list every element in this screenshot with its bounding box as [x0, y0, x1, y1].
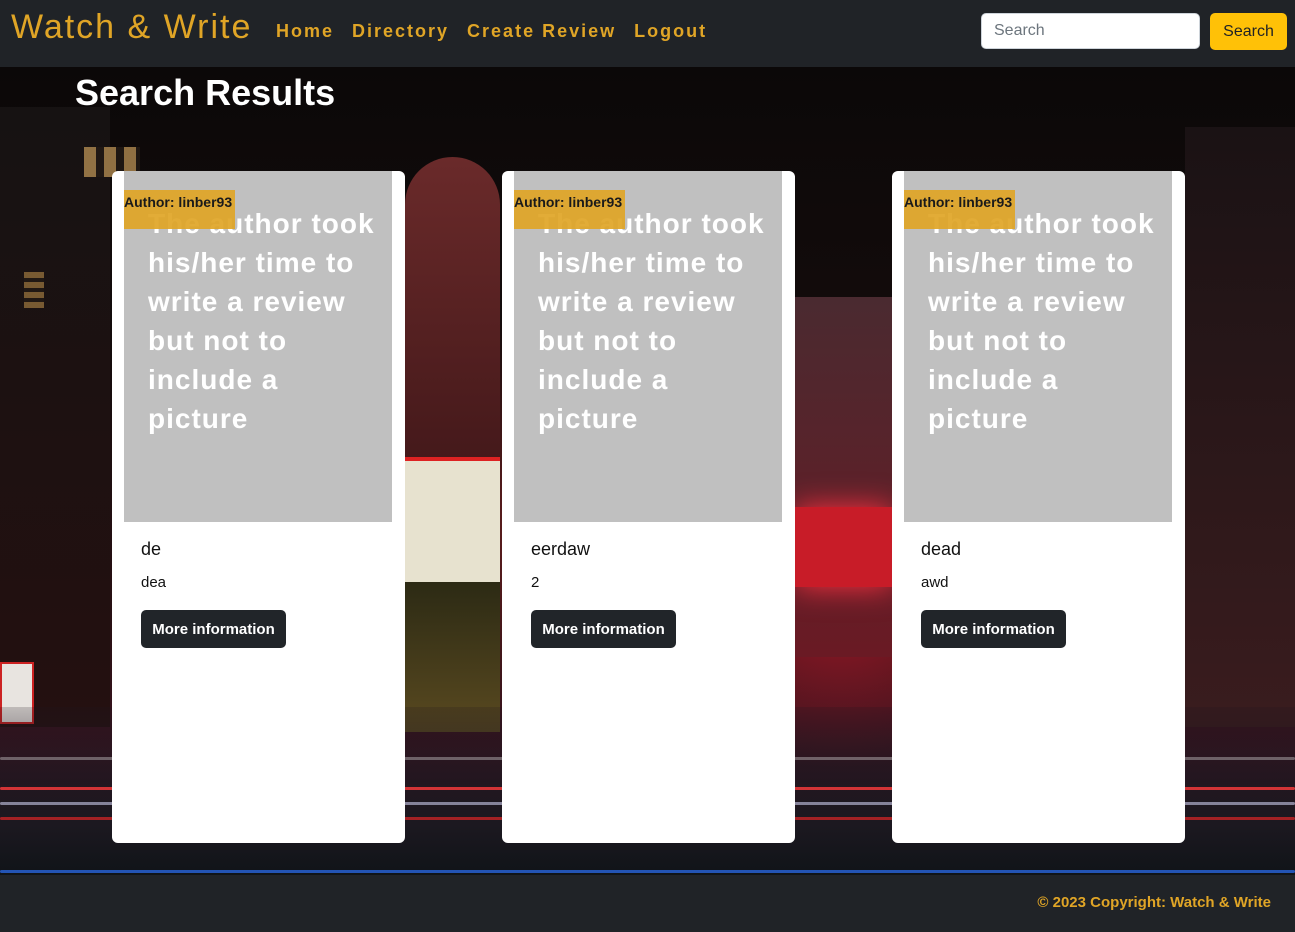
card-image-alt-text: The author took his/her time to write a … — [928, 208, 1155, 434]
nav-link-create-review[interactable]: Create Review — [467, 21, 616, 42]
cinema-sign — [795, 507, 892, 587]
card-title: dead — [921, 539, 962, 559]
search-button[interactable]: Search — [1210, 13, 1287, 50]
author-badge: Author: linber93 — [514, 190, 625, 229]
search-input[interactable] — [981, 13, 1200, 49]
page-title: Search Results — [75, 72, 336, 113]
review-card: The author took his/her time to write a … — [112, 171, 405, 843]
cinema-facade — [795, 297, 892, 657]
nav-link-logout[interactable]: Logout — [634, 21, 707, 42]
building-right — [1185, 127, 1295, 727]
card-image-alt-text: The author took his/her time to write a … — [148, 208, 375, 434]
card-text: 2 — [531, 574, 540, 591]
footer: © 2023 Copyright: Watch & Write — [0, 875, 1295, 932]
card-image-alt-text: The author took his/her time to write a … — [538, 208, 765, 434]
nav-link-directory[interactable]: Directory — [352, 21, 449, 42]
more-information-button[interactable]: More information — [531, 610, 676, 648]
author-badge: Author: linber93 — [904, 190, 1015, 229]
building-left — [0, 107, 110, 727]
more-information-button[interactable]: More information — [141, 610, 286, 648]
review-card: The author took his/her time to write a … — [892, 171, 1185, 843]
more-information-button[interactable]: More information — [921, 610, 1066, 648]
card-text: awd — [921, 574, 949, 591]
navbar: Watch & Write Home Directory Create Revi… — [0, 0, 1295, 67]
copyright-text: © 2023 Copyright: Watch & Write — [1037, 894, 1271, 911]
card-title: eerdaw — [531, 539, 591, 559]
nav-link-home[interactable]: Home — [276, 21, 334, 42]
marquee-sign — [405, 457, 500, 591]
author-badge: Author: linber93 — [124, 190, 235, 229]
brand-logo[interactable]: Watch & Write — [11, 8, 252, 47]
card-text: dea — [141, 574, 167, 591]
window-lights-2 — [24, 272, 44, 308]
card-title: de — [141, 539, 162, 559]
light-streak-5 — [0, 870, 1295, 873]
review-card: The author took his/her time to write a … — [502, 171, 795, 843]
nav-links: Home Directory Create Review Logout — [276, 21, 707, 42]
